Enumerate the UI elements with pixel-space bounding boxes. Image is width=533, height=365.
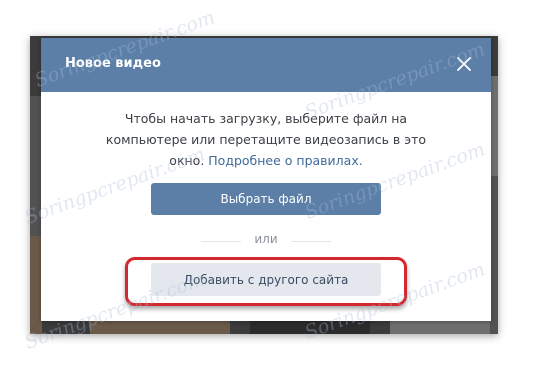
modal-header: Новое видео <box>41 38 491 92</box>
background-content <box>490 176 498 334</box>
rules-link[interactable]: Подробнее о правилах. <box>208 153 362 168</box>
choose-file-button[interactable]: Выбрать файл <box>151 183 381 215</box>
or-separator: или <box>254 232 278 246</box>
divider-right <box>291 241 331 242</box>
close-button[interactable] <box>453 53 475 75</box>
modal-title: Новое видео <box>65 56 161 71</box>
background-content <box>490 76 498 176</box>
add-from-other-site-button[interactable]: Добавить с другого сайта <box>151 263 381 296</box>
background-content <box>90 321 230 334</box>
background-content <box>390 321 490 334</box>
close-icon <box>457 57 471 71</box>
divider-left <box>201 241 241 242</box>
new-video-modal: Новое видео Чтобы начать загрузку, выбер… <box>41 38 491 321</box>
upload-instruction: Чтобы начать загрузку, выберите файл на … <box>96 108 436 171</box>
background-content <box>250 321 370 334</box>
